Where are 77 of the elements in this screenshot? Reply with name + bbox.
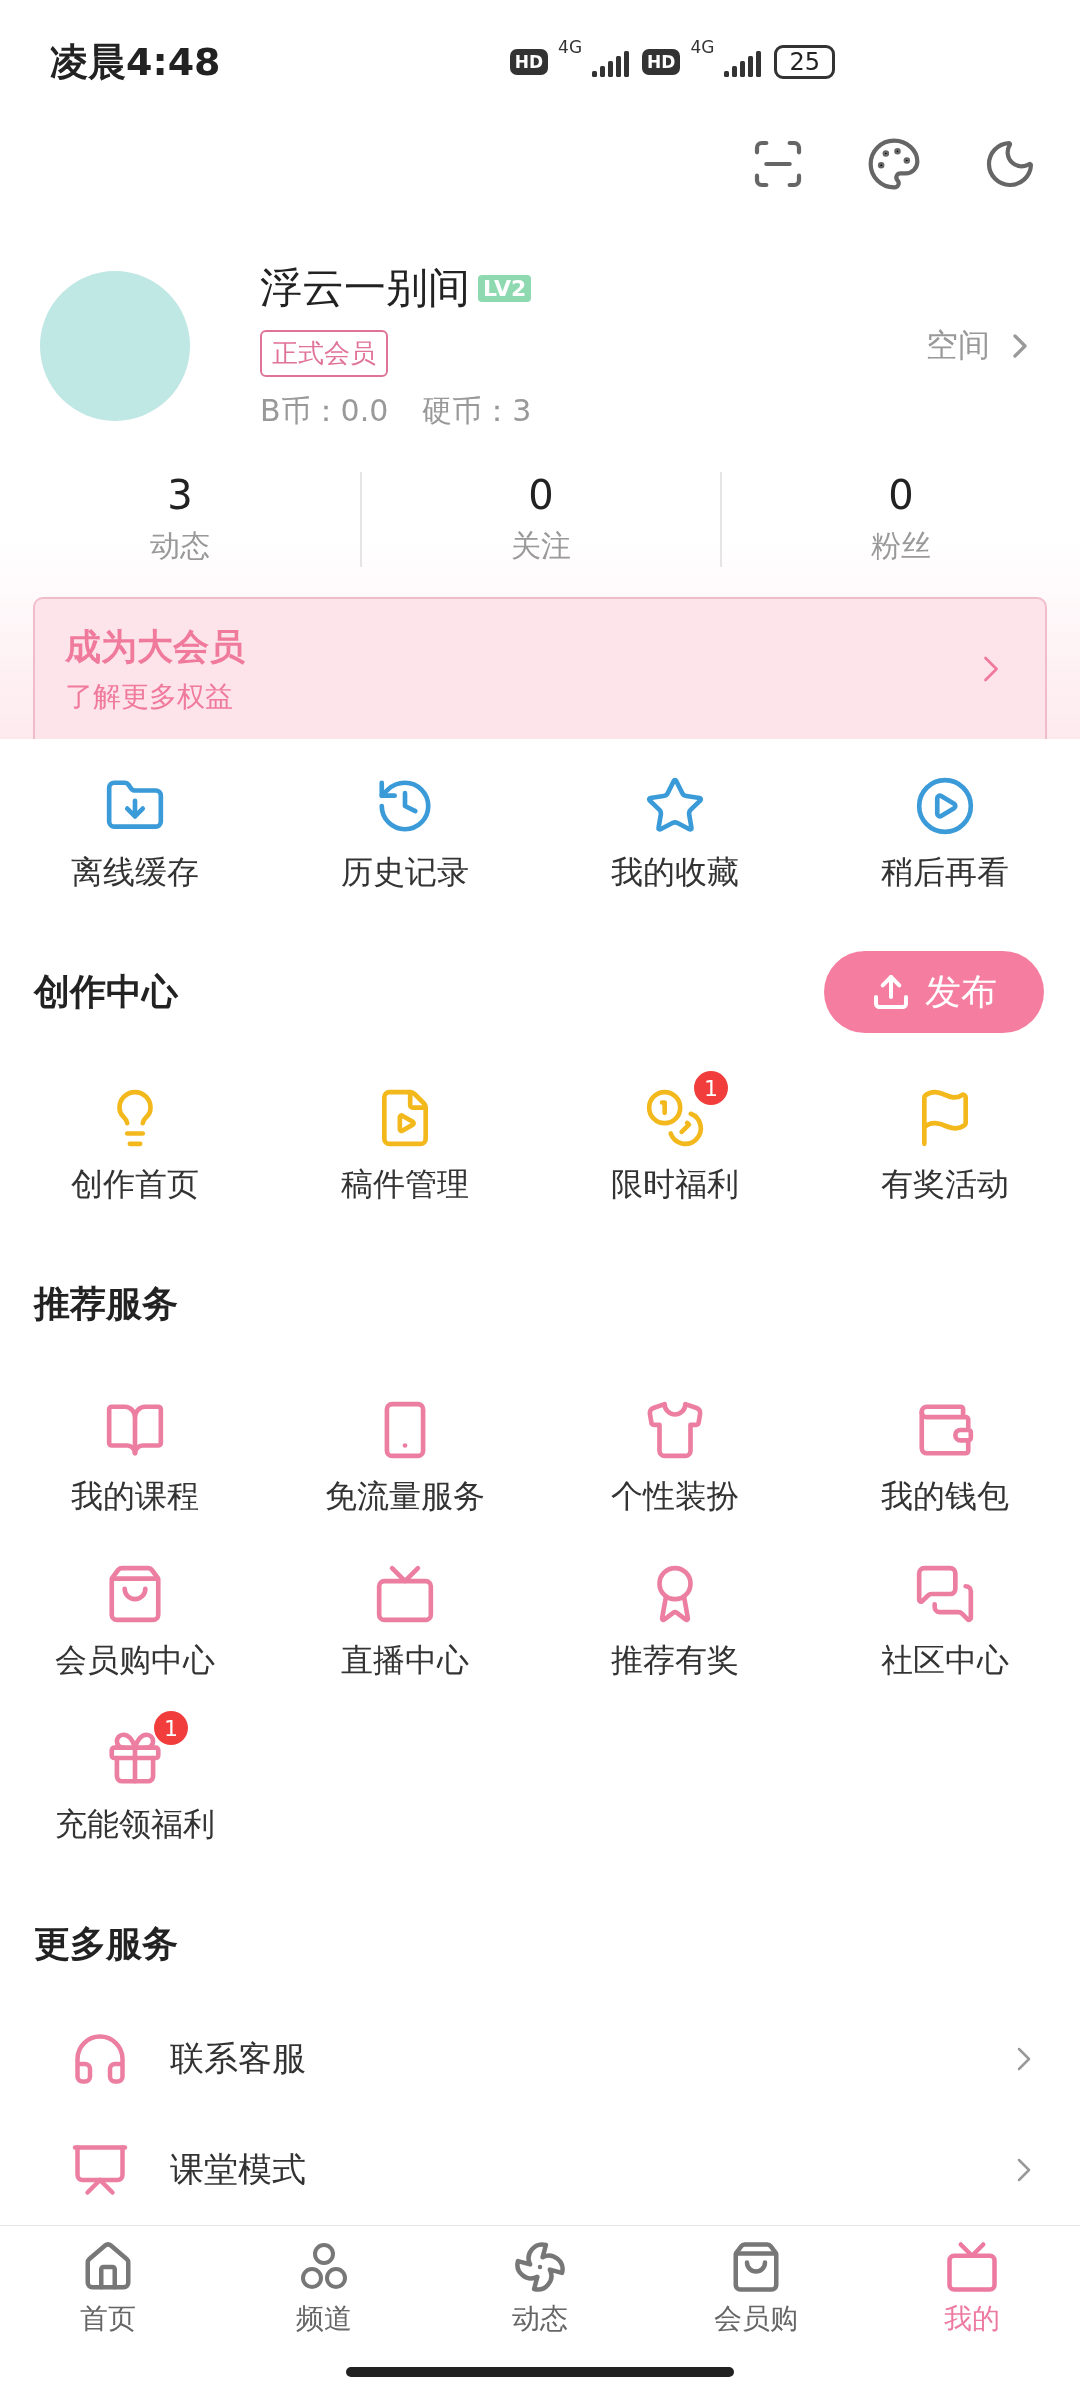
stat-item[interactable]: 0 粉丝: [720, 472, 1080, 567]
network-type: 4G: [690, 37, 715, 57]
b-coin-balance: B币：0.0: [260, 392, 389, 430]
stat-value: 0: [528, 472, 554, 518]
service-label: 我的课程: [71, 1476, 199, 1517]
network-type: 4G: [558, 37, 583, 57]
service-item[interactable]: 会员购中心: [0, 1543, 270, 1683]
service-item[interactable]: 我的钱包: [810, 1379, 1080, 1519]
service-label: 有奖活动: [881, 1164, 1009, 1205]
service-item[interactable]: 我的收藏: [540, 755, 810, 895]
stat-item[interactable]: 0 关注: [360, 472, 720, 567]
tv-icon: [945, 2240, 999, 2295]
service-label: 直播中心: [341, 1640, 469, 1681]
upload-icon: [871, 972, 911, 1012]
status-time: 凌晨4:48: [50, 38, 221, 86]
battery-level: 25: [774, 45, 835, 79]
coin-balance: 硬币：3: [422, 392, 532, 430]
service-row[interactable]: 课堂模式: [0, 2114, 1080, 2226]
stat-label: 动态: [150, 527, 210, 565]
tv-icon: [374, 1563, 436, 1625]
palette-icon[interactable]: [866, 136, 922, 192]
banner-subtitle: 了解更多权益: [65, 678, 234, 715]
nav-tab[interactable]: 会员购: [648, 2240, 864, 2345]
service-label: 社区中心: [881, 1640, 1009, 1681]
service-label: 我的钱包: [881, 1476, 1009, 1517]
service-item[interactable]: 稿件管理: [270, 1067, 540, 1207]
level-badge: LV2: [478, 274, 532, 302]
service-label: 历史记录: [341, 852, 469, 893]
service-label: 我的收藏: [611, 852, 739, 893]
stat-label: 关注: [511, 527, 571, 565]
service-item[interactable]: 个性装扮: [540, 1379, 810, 1519]
service-label: 免流量服务: [325, 1476, 485, 1517]
stat-item[interactable]: 3 动态: [0, 472, 360, 567]
stat-label: 粉丝: [871, 527, 931, 565]
stat-value: 3: [167, 472, 193, 518]
section-title: 更多服务: [34, 1921, 178, 1966]
service-item[interactable]: 稍后再看: [810, 755, 1080, 895]
hd-indicator: HD: [642, 49, 681, 75]
service-row[interactable]: 联系客服: [0, 2003, 1080, 2115]
service-label: 稿件管理: [341, 1164, 469, 1205]
service-label: 充能领福利: [55, 1804, 215, 1845]
stat-value: 0: [888, 472, 914, 518]
nav-tab[interactable]: 动态: [432, 2240, 648, 2345]
nav-tab[interactable]: 首页: [0, 2240, 216, 2345]
section-title: 创作中心: [34, 969, 178, 1014]
service-item[interactable]: 历史记录: [270, 755, 540, 895]
service-item[interactable]: 创作首页: [0, 1067, 270, 1207]
service-label: 限时福利: [611, 1164, 739, 1205]
coins-icon: [644, 1087, 706, 1149]
chat-icon: [914, 1563, 976, 1625]
section-title: 推荐服务: [34, 1281, 178, 1326]
play-circle-icon: [914, 775, 976, 837]
service-label: 课堂模式: [170, 2147, 307, 2191]
user-name: 浮云一别间: [260, 262, 470, 314]
service-item[interactable]: 有奖活动: [810, 1067, 1080, 1207]
service-label: 会员购中心: [55, 1640, 215, 1681]
service-item[interactable]: 1 充能领福利: [0, 1707, 270, 1847]
notification-badge: 1: [154, 1711, 188, 1745]
pinwheel-icon: [513, 2240, 567, 2295]
service-label: 推荐有奖: [611, 1640, 739, 1681]
service-item[interactable]: 离线缓存: [0, 755, 270, 895]
service-item[interactable]: 我的课程: [0, 1379, 270, 1519]
service-label: 联系客服: [170, 2036, 307, 2080]
service-item[interactable]: 免流量服务: [270, 1379, 540, 1519]
service-label: 离线缓存: [71, 852, 199, 893]
service-label: 稍后再看: [881, 852, 1009, 893]
hd-indicator: HD: [509, 49, 549, 75]
notification-badge: 1: [694, 1071, 728, 1105]
service-label: 创作首页: [71, 1164, 199, 1205]
membership-badge: 正式会员: [260, 330, 388, 377]
service-item[interactable]: 社区中心: [810, 1543, 1080, 1683]
service-label: 个性装扮: [611, 1476, 739, 1517]
service-item[interactable]: 直播中心: [270, 1543, 540, 1683]
nav-tab[interactable]: 频道: [216, 2240, 432, 2345]
service-item[interactable]: 推荐有奖: [540, 1543, 810, 1683]
banner-title: 成为大会员: [65, 624, 245, 669]
service-item[interactable]: 1 限时福利: [540, 1067, 810, 1207]
